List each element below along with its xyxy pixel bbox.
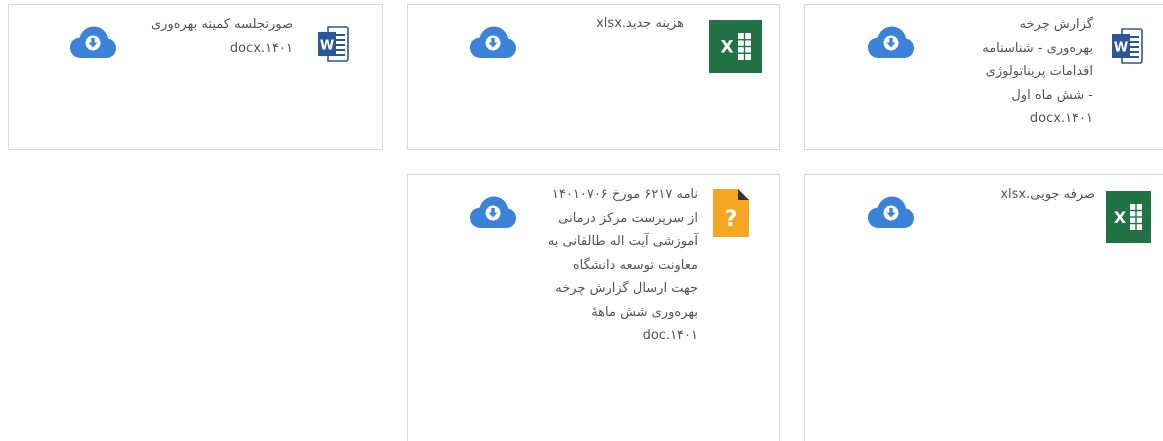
file-card[interactable]: W صورتجلسه کمیته بهرەوری ۱۴۰۱.docx [8, 4, 383, 150]
unknown-file-icon: ? [713, 189, 749, 237]
svg-text:W: W [320, 39, 334, 54]
svg-text:?: ? [725, 207, 738, 232]
excel-file-icon: X [709, 20, 762, 73]
file-card[interactable]: X هزینه جدید.xlsx [407, 4, 780, 150]
cloud-download-icon[interactable] [867, 195, 915, 229]
svg-text:X: X [1114, 208, 1127, 227]
svg-text:X: X [720, 38, 733, 58]
file-card[interactable]: X صرفه جویی.xlsx [804, 174, 1163, 441]
cloud-download-icon[interactable] [867, 25, 915, 59]
file-name: نامه ۶۲۱۷ مورخ ۱۴۰۱۰۷۰۶ از سرپرست مرکز د… [547, 187, 698, 343]
cloud-download-icon[interactable] [469, 25, 517, 59]
file-name: هزینه جدید.xlsx [596, 16, 684, 31]
file-name: صورتجلسه کمیته بهرەوری ۱۴۰۱.docx [150, 17, 293, 56]
file-card[interactable]: ? نامه ۶۲۱۷ مورخ ۱۴۰۱۰۷۰۶ از سرپرست مرکز… [407, 174, 780, 441]
file-card[interactable]: W گزارش چرخه بهرەوری - شناسنامه اقدامات … [804, 4, 1163, 150]
word-file-icon: W [318, 26, 349, 62]
cloud-download-icon[interactable] [69, 25, 117, 59]
cloud-download-icon[interactable] [469, 195, 517, 229]
file-name: صرفه جویی.xlsx [1000, 187, 1095, 202]
word-file-icon: W [1112, 28, 1143, 64]
file-name: گزارش چرخه بهرەوری - شناسنامه اقدامات پر… [982, 17, 1093, 126]
excel-file-icon: X [1106, 191, 1151, 243]
svg-text:W: W [1114, 41, 1128, 56]
